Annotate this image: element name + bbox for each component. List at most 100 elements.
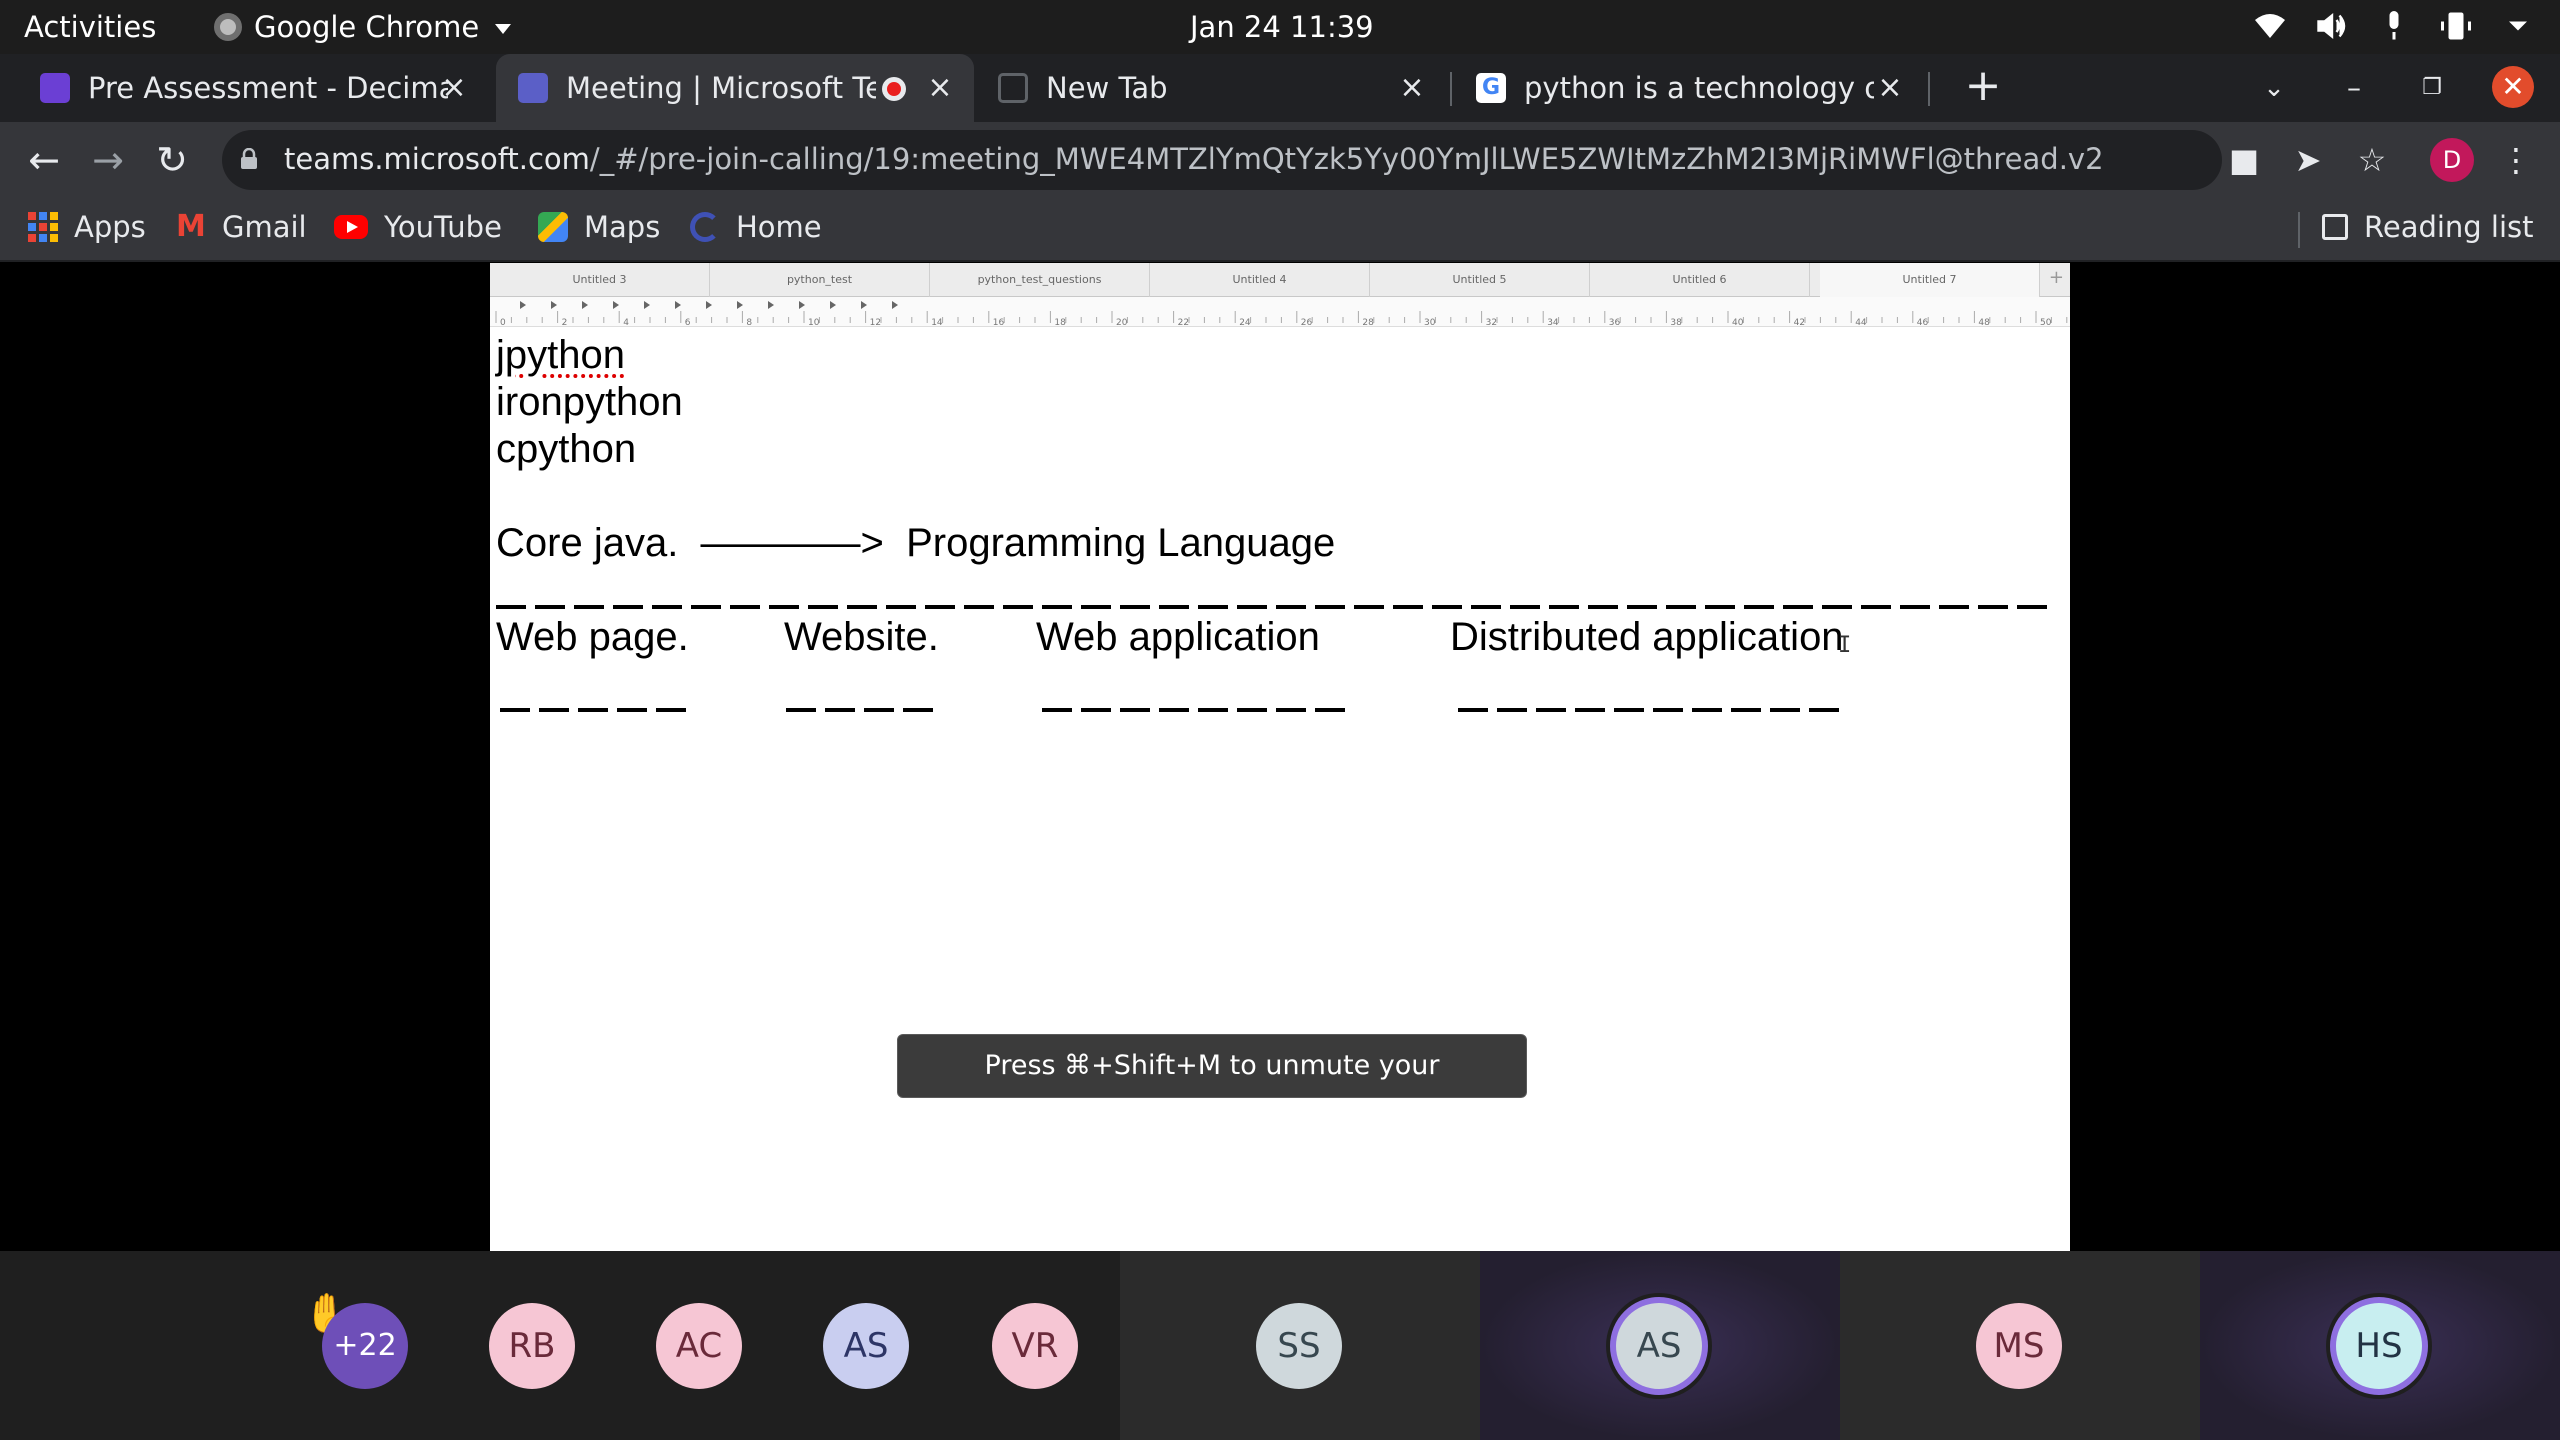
close-tab-icon[interactable]: × — [440, 73, 468, 103]
participant-avatar[interactable]: AC — [656, 1303, 742, 1389]
participant-tile[interactable]: MS — [1840, 1251, 2200, 1440]
tab-stop-marker[interactable] — [582, 301, 588, 309]
dash-segment — [925, 605, 955, 609]
chrome-app-icon — [214, 13, 242, 41]
close-tab-icon[interactable]: × — [1876, 73, 1904, 103]
ruler-label: 14 — [931, 318, 943, 327]
participant-tile[interactable]: SS — [1120, 1251, 1480, 1440]
maps-icon — [538, 212, 568, 242]
close-window-button[interactable]: ✕ — [2492, 66, 2534, 108]
tab-stop-marker[interactable] — [737, 301, 743, 309]
forms-icon — [40, 73, 70, 103]
address-bar[interactable]: teams.microsoft.com/_#/pre-join-calling/… — [222, 130, 2222, 190]
tab-new-tab[interactable]: New Tab × — [976, 54, 1446, 122]
dash-segment — [886, 605, 916, 609]
doc-tab[interactable]: python_test_questions — [930, 263, 1150, 297]
tab-stop-marker[interactable] — [675, 301, 681, 309]
reload-button[interactable]: ↻ — [150, 138, 194, 182]
participant-avatar[interactable]: AS — [823, 1303, 909, 1389]
bookmark-star-icon[interactable]: ☆ — [2350, 138, 2394, 182]
doc-tab-active[interactable]: Untitled 7 — [1820, 263, 2040, 297]
system-tray[interactable] — [2252, 8, 2536, 44]
tab-stop-marker[interactable] — [551, 301, 557, 309]
dash-segment — [539, 708, 569, 712]
participant-avatar[interactable]: RB — [489, 1303, 575, 1389]
tab-stop-marker[interactable] — [861, 301, 867, 309]
ruler-label: 50 — [2040, 318, 2052, 327]
doc-tab[interactable]: python_test — [710, 263, 930, 297]
tab-stop-marker[interactable] — [799, 301, 805, 309]
dash-segment — [2017, 605, 2047, 609]
dash-segment — [808, 605, 838, 609]
bookmark-maps[interactable]: Maps — [538, 210, 660, 244]
tab-stop-marker[interactable] — [644, 301, 650, 309]
ruler-label: 16 — [993, 318, 1005, 327]
doc-tab[interactable]: Untitled 4 — [1150, 263, 1370, 297]
tab-stop-marker[interactable] — [520, 301, 526, 309]
dash-segment — [1432, 605, 1462, 609]
participant-avatar: MS — [1976, 1303, 2062, 1389]
tab-title: Meeting | Microsoft Te — [566, 71, 876, 105]
ruler-label: 18 — [1054, 318, 1066, 327]
restore-window-button[interactable]: ❐ — [2408, 64, 2456, 112]
dash-segment — [613, 605, 643, 609]
close-tab-icon[interactable]: × — [1398, 73, 1426, 103]
bookmark-gmail[interactable]: M Gmail — [176, 210, 307, 244]
participant-avatar[interactable]: VR — [992, 1303, 1078, 1389]
tab-separator — [1450, 72, 1452, 106]
tab-stop-marker[interactable] — [613, 301, 619, 309]
bookmark-apps[interactable]: Apps — [28, 210, 146, 244]
add-doc-tab-icon[interactable]: + — [2049, 267, 2064, 288]
send-tab-icon[interactable]: ➤ — [2286, 138, 2330, 182]
bookmark-youtube[interactable]: YouTube — [334, 210, 502, 244]
back-button[interactable]: ← — [22, 138, 66, 182]
tab-search-chevron-icon[interactable]: ⌄ — [2250, 64, 2298, 112]
tab-separator — [1928, 72, 1930, 106]
bookmark-home[interactable]: Home — [690, 210, 822, 244]
apps-grid-icon — [28, 212, 58, 242]
minimize-window-button[interactable]: – — [2330, 64, 2378, 112]
doc-tab[interactable]: Untitled 3 — [490, 263, 710, 297]
more-options-icon[interactable]: ⋮ — [2494, 138, 2538, 182]
home-icon — [690, 212, 720, 242]
dash-segment — [1276, 605, 1306, 609]
camera-in-use-icon[interactable]: ■ — [2222, 138, 2266, 182]
doc-tab[interactable]: Untitled 5 — [1370, 263, 1590, 297]
overflow-participants-avatar[interactable]: +22 — [322, 1303, 408, 1389]
participant-tile-speaking[interactable]: HS — [2200, 1251, 2560, 1440]
app-menu[interactable]: Google Chrome — [214, 10, 512, 44]
new-tab-button[interactable]: + — [1955, 60, 2011, 116]
dash-segment — [1809, 708, 1839, 712]
dash-segment — [1276, 708, 1306, 712]
profile-avatar[interactable]: D — [2430, 138, 2474, 182]
tab-stop-marker[interactable] — [830, 301, 836, 309]
tab-stop-marker[interactable] — [768, 301, 774, 309]
tab-stop-marker[interactable] — [892, 301, 898, 309]
dash-segment — [1003, 605, 1033, 609]
ruler-label: 24 — [1239, 318, 1251, 327]
ruler-label: 44 — [1855, 318, 1867, 327]
dash-segment — [1549, 605, 1579, 609]
activities-button[interactable]: Activities — [24, 10, 156, 44]
doc-tab[interactable]: Untitled 6 — [1590, 263, 1810, 297]
reading-list-button[interactable]: Reading list — [2322, 210, 2534, 244]
clock[interactable]: Jan 24 11:39 — [1190, 10, 1374, 44]
dash-segment — [786, 708, 816, 712]
ruler-label: 34 — [1547, 318, 1559, 327]
dash-segment — [1588, 605, 1618, 609]
participant-tile-speaking[interactable]: AS — [1480, 1251, 1840, 1440]
bookmark-label: Gmail — [222, 210, 307, 244]
dash-segment — [496, 605, 526, 609]
forward-button[interactable]: → — [86, 138, 130, 182]
tab-stop-marker[interactable] — [706, 301, 712, 309]
bookmark-label: YouTube — [384, 210, 502, 244]
tab-pre-assessment[interactable]: Pre Assessment - Decimal × — [18, 54, 488, 122]
dash-segment — [1315, 605, 1345, 609]
dash-segment — [691, 605, 721, 609]
dash-segment — [1939, 605, 1969, 609]
app-menu-label: Google Chrome — [254, 10, 480, 44]
tab-meeting-teams[interactable]: Meeting | Microsoft Te × — [496, 54, 974, 122]
close-tab-icon[interactable]: × — [926, 73, 954, 103]
dash-segment — [1744, 605, 1774, 609]
tab-google-search[interactable]: G python is a technology or × — [1454, 54, 1924, 122]
